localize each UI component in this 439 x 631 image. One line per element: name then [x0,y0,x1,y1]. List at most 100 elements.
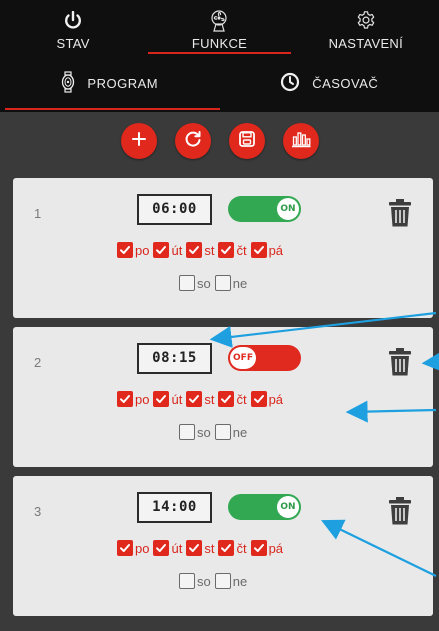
day-label: po [135,540,150,556]
day-checkbox-4[interactable]: pá [250,391,284,407]
day-checkbox-1[interactable]: út [153,540,182,556]
program-card: 2 08:15 OFF po út st čt pá so ne [13,327,433,467]
tab-label: ČASOVAČ [312,75,379,91]
sub-navigation: PROGRAM ČASOVAČ [0,58,439,112]
checkbox[interactable] [186,540,203,556]
day-checkbox-1[interactable]: út [153,242,182,258]
checkbox[interactable] [214,275,231,291]
time-input[interactable]: 08:15 [137,343,212,374]
day-checkbox-1[interactable]: út [153,391,182,407]
day-checkbox-4[interactable]: pá [250,242,284,258]
day-label: pá [268,540,284,556]
day-checkbox-6[interactable]: ne [214,573,248,589]
checkbox[interactable] [218,242,235,258]
day-checkboxes: so ne [179,573,247,589]
program-card: 3 14:00 ON po út st čt pá so ne [13,476,433,616]
delete-button[interactable] [388,496,412,531]
day-checkbox-2[interactable]: st [186,242,214,258]
checkbox[interactable] [250,540,267,556]
checkbox[interactable] [153,242,170,258]
program-number: 2 [34,355,42,370]
tab-stav[interactable]: STAV [0,0,146,58]
day-checkbox-6[interactable]: ne [214,424,247,440]
trash-icon [389,199,411,227]
trash-icon [389,348,411,376]
tab-program[interactable]: PROGRAM [0,58,220,112]
day-label: út [171,391,183,407]
day-checkbox-0[interactable]: po [117,540,149,556]
day-checkboxes: po út st čt pá [117,391,283,407]
checkbox[interactable] [179,573,195,589]
day-checkbox-0[interactable]: po [117,391,149,407]
top-navigation: STAV FUNKCE NASTAVENÍ [0,0,439,58]
day-label: pá [268,242,284,258]
day-checkbox-6[interactable]: ne [214,275,248,291]
day-label: čt [236,391,247,407]
program-toggle[interactable]: OFF [228,345,301,371]
day-label: po [135,242,150,258]
checkbox[interactable] [179,424,195,440]
day-checkboxes: so ne [179,424,247,440]
day-checkbox-3[interactable]: čt [218,540,247,556]
checkbox[interactable] [186,242,203,258]
day-checkbox-5[interactable]: so [179,275,211,291]
day-checkboxes: po út st čt pá [117,242,283,258]
checkbox[interactable] [179,275,195,291]
day-checkbox-0[interactable]: po [117,242,149,258]
checkbox[interactable] [117,242,133,258]
tab-label: STAV [56,36,90,51]
day-checkbox-2[interactable]: st [186,391,214,407]
time-input[interactable]: 14:00 [137,492,212,523]
checkbox[interactable] [218,391,235,407]
tab-label: PROGRAM [87,75,159,91]
checkbox[interactable] [250,391,267,407]
program-number: 3 [34,504,42,519]
checkbox[interactable] [153,540,170,556]
day-label: út [171,242,183,258]
clock-icon [280,72,300,95]
checkbox[interactable] [117,540,133,556]
tab-label: NASTAVENÍ [328,36,404,51]
fan-icon [207,9,231,33]
checkbox[interactable] [214,573,231,589]
day-label: ne [232,573,248,589]
day-label: út [171,540,183,556]
checkbox[interactable] [214,424,231,440]
tab-casovac[interactable]: ČASOVAČ [220,58,439,112]
tab-funkce[interactable]: FUNKCE [146,0,292,58]
delete-button[interactable] [388,198,412,233]
program-toggle[interactable]: ON [228,196,301,222]
day-checkbox-4[interactable]: pá [250,540,284,556]
statistics-button[interactable] [282,123,319,159]
refresh-button[interactable] [174,123,211,159]
checkbox[interactable] [250,242,267,258]
program-icon [61,70,75,96]
save-icon [238,130,256,153]
day-checkbox-2[interactable]: st [186,540,214,556]
day-checkbox-5[interactable]: so [179,424,211,440]
add-icon [131,131,147,152]
day-checkbox-5[interactable]: so [179,573,211,589]
toggle-knob: ON [277,198,299,220]
day-label: pá [268,391,284,407]
checkbox[interactable] [186,391,203,407]
toolbar [0,112,439,170]
toggle-knob: ON [277,496,299,518]
tab-nastaveni[interactable]: NASTAVENÍ [293,0,439,58]
day-checkbox-3[interactable]: čt [218,242,247,258]
trash-icon [389,497,411,525]
day-label: čt [236,540,247,556]
power-icon [64,9,82,33]
day-label: st [204,391,215,407]
add-button[interactable] [120,123,157,159]
day-label: st [204,242,215,258]
checkbox[interactable] [218,540,235,556]
checkbox[interactable] [117,391,133,407]
day-label: ne [232,275,248,291]
delete-button[interactable] [388,347,412,382]
checkbox[interactable] [153,391,170,407]
save-button[interactable] [228,123,265,159]
program-toggle[interactable]: ON [228,494,301,520]
time-input[interactable]: 06:00 [137,194,212,225]
day-checkbox-3[interactable]: čt [218,391,247,407]
